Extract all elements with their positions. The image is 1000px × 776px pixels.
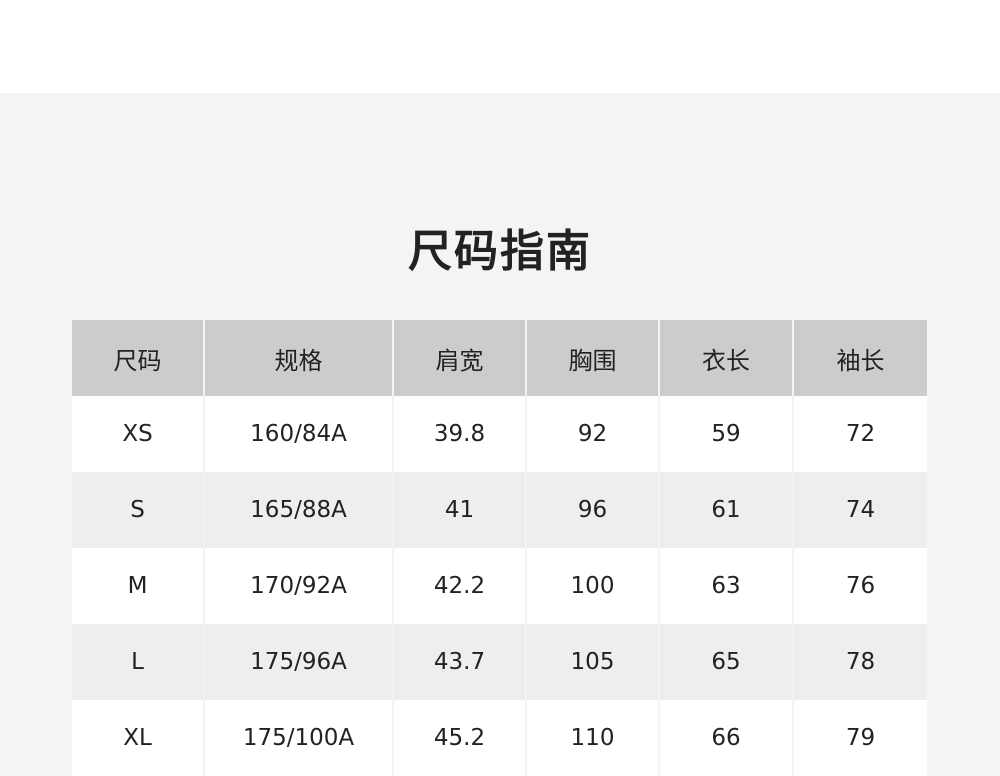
cell-chest: 100 (526, 548, 660, 624)
cell-length: 63 (659, 548, 794, 624)
cell-length: 65 (659, 624, 794, 700)
table-row: M 170/92A 42.2 100 63 76 (72, 548, 927, 624)
table-row: XS 160/84A 39.8 92 59 72 (72, 396, 927, 472)
cell-size: S (72, 472, 205, 548)
cell-sleeve-length: 74 (793, 472, 927, 548)
size-chart-table: 尺码 规格 肩宽 胸围 衣长 袖长 XS 160/84A 39.8 92 59 … (72, 320, 927, 776)
cell-chest: 110 (526, 700, 660, 776)
top-blank-band (0, 0, 1000, 93)
cell-shoulder-width: 39.8 (393, 396, 527, 472)
cell-spec: 170/92A (204, 548, 394, 624)
table-row: L 175/96A 43.7 105 65 78 (72, 624, 927, 700)
table-header-row: 尺码 规格 肩宽 胸围 衣长 袖长 (72, 320, 927, 396)
page-title: 尺码指南 (408, 226, 592, 278)
cell-shoulder-width: 45.2 (393, 700, 527, 776)
cell-chest: 96 (526, 472, 660, 548)
cell-shoulder-width: 42.2 (393, 548, 527, 624)
cell-chest: 92 (526, 396, 660, 472)
cell-size: M (72, 548, 205, 624)
cell-sleeve-length: 76 (793, 548, 927, 624)
header-shoulder-width: 肩宽 (393, 320, 527, 396)
cell-sleeve-length: 72 (793, 396, 927, 472)
cell-spec: 165/88A (204, 472, 394, 548)
cell-length: 66 (659, 700, 794, 776)
header-size: 尺码 (72, 320, 205, 396)
cell-shoulder-width: 43.7 (393, 624, 527, 700)
cell-size: L (72, 624, 205, 700)
cell-length: 59 (659, 396, 794, 472)
header-sleeve-length: 袖长 (793, 320, 927, 396)
cell-spec: 175/100A (204, 700, 394, 776)
header-spec: 规格 (204, 320, 394, 396)
header-chest: 胸围 (526, 320, 660, 396)
cell-chest: 105 (526, 624, 660, 700)
header-length: 衣长 (659, 320, 794, 396)
cell-length: 61 (659, 472, 794, 548)
table-row: S 165/88A 41 96 61 74 (72, 472, 927, 548)
cell-size: XS (72, 396, 205, 472)
cell-sleeve-length: 78 (793, 624, 927, 700)
cell-size: XL (72, 700, 205, 776)
table-row: XL 175/100A 45.2 110 66 79 (72, 700, 927, 776)
cell-shoulder-width: 41 (393, 472, 527, 548)
cell-sleeve-length: 79 (793, 700, 927, 776)
cell-spec: 175/96A (204, 624, 394, 700)
cell-spec: 160/84A (204, 396, 394, 472)
